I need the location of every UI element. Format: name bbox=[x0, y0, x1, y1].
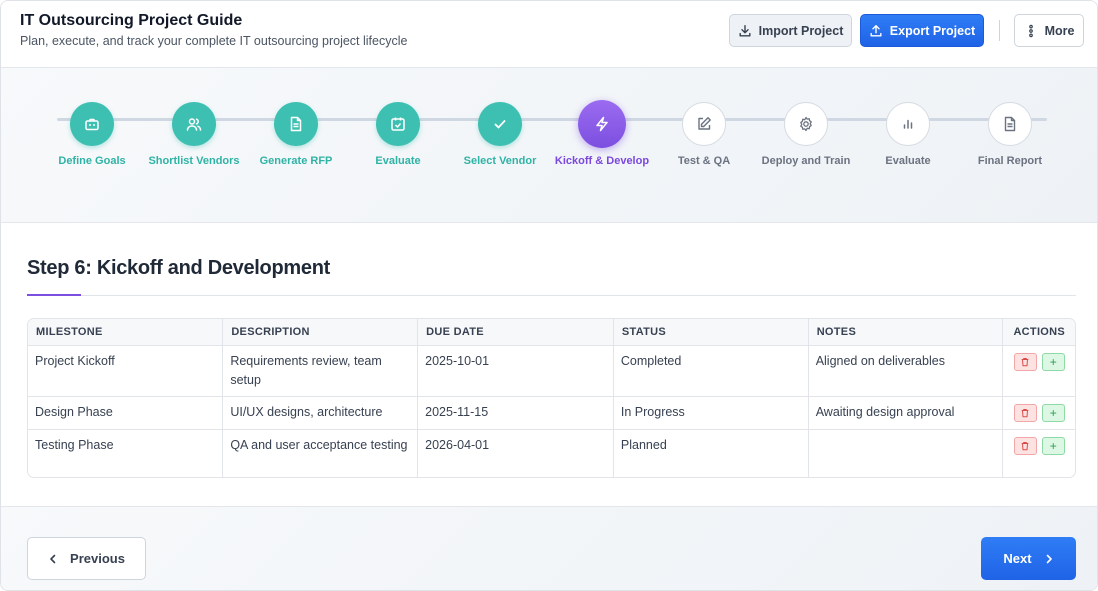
step-label: Kickoff & Develop bbox=[554, 155, 650, 167]
bar-chart-icon bbox=[886, 102, 930, 146]
table-row: Project Kickoff Requirements review, tea… bbox=[28, 345, 1075, 397]
description-cell[interactable]: Requirements review, team setup bbox=[222, 345, 419, 397]
trash-icon bbox=[1021, 408, 1029, 417]
import-project-label: Import Project bbox=[758, 23, 844, 38]
add-row-button[interactable]: + bbox=[1041, 352, 1065, 371]
table-row: Testing Phase QA and user acceptance tes… bbox=[28, 429, 1075, 477]
column-header-description: DESCRIPTION bbox=[222, 319, 419, 346]
step-evaluate[interactable]: Evaluate bbox=[348, 102, 448, 168]
export-project-label: Export Project bbox=[889, 23, 976, 38]
check-icon bbox=[478, 102, 522, 146]
due-date-cell[interactable]: 2026-04-01 bbox=[417, 429, 614, 477]
app-window: IT Outsourcing Project Guide Plan, execu… bbox=[0, 0, 1098, 591]
step-define-goals[interactable]: Define Goals bbox=[42, 102, 142, 168]
gear-icon bbox=[784, 102, 828, 146]
delete-row-button[interactable] bbox=[1013, 436, 1037, 455]
lightning-icon bbox=[578, 100, 626, 148]
step-label: Evaluate bbox=[885, 155, 931, 167]
section-accent-bar bbox=[27, 294, 81, 296]
chevron-right-icon bbox=[1046, 554, 1052, 563]
step-label: Evaluate bbox=[375, 155, 421, 167]
upload-icon bbox=[869, 24, 883, 38]
step-deploy-train[interactable]: Deploy and Train bbox=[756, 102, 856, 168]
actions-cell: + bbox=[1003, 429, 1075, 477]
description-cell[interactable]: QA and user acceptance testing bbox=[222, 429, 419, 477]
next-button[interactable]: Next bbox=[981, 537, 1076, 580]
export-project-button[interactable]: Export Project bbox=[860, 14, 984, 47]
column-header-notes: NOTES bbox=[808, 319, 1004, 346]
report-icon bbox=[988, 102, 1032, 146]
actions-cell: + bbox=[1002, 396, 1075, 430]
step-test-qa[interactable]: Test & QA bbox=[654, 102, 754, 168]
plus-icon: + bbox=[1049, 405, 1057, 420]
delete-row-button[interactable] bbox=[1013, 352, 1037, 371]
status-cell[interactable]: Planned bbox=[613, 429, 809, 477]
step-label: Shortlist Vendors bbox=[148, 155, 240, 167]
footer-nav: Previous Next bbox=[1, 506, 1097, 590]
notes-cell[interactable]: Aligned on deliverables bbox=[808, 345, 1004, 397]
due-date-cell[interactable]: 2025-11-15 bbox=[417, 396, 614, 430]
column-header-status: STATUS bbox=[613, 319, 809, 346]
trash-icon bbox=[1021, 441, 1029, 450]
add-row-button[interactable]: + bbox=[1041, 436, 1065, 455]
chevron-left-icon bbox=[50, 554, 56, 563]
table-row: Design Phase UI/UX designs, architecture… bbox=[28, 396, 1075, 430]
step-shortlist-vendors[interactable]: Shortlist Vendors bbox=[144, 102, 244, 168]
step-evaluate-final[interactable]: Evaluate bbox=[858, 102, 958, 168]
step-label: Select Vendor bbox=[463, 155, 537, 167]
more-button[interactable]: More bbox=[1014, 14, 1084, 47]
page-subtitle: Plan, execute, and track your complete I… bbox=[20, 34, 408, 48]
add-row-button[interactable]: + bbox=[1041, 403, 1065, 422]
trash-icon bbox=[1021, 357, 1029, 366]
step-kickoff-develop[interactable]: Kickoff & Develop bbox=[552, 100, 652, 168]
section-divider bbox=[27, 295, 1076, 296]
download-icon bbox=[738, 24, 752, 38]
step-label: Deploy and Train bbox=[761, 155, 851, 167]
column-header-actions: ACTIONS bbox=[1002, 319, 1075, 346]
more-label: More bbox=[1044, 23, 1075, 38]
previous-button[interactable]: Previous bbox=[27, 537, 146, 580]
step-label: Generate RFP bbox=[259, 155, 333, 167]
page-title: IT Outsourcing Project Guide bbox=[20, 12, 243, 29]
edit-icon bbox=[682, 102, 726, 146]
due-date-cell[interactable]: 2025-10-01 bbox=[417, 345, 614, 397]
step-generate-rfp[interactable]: Generate RFP bbox=[246, 102, 346, 168]
header-divider bbox=[999, 20, 1000, 41]
document-icon bbox=[274, 102, 318, 146]
header: IT Outsourcing Project Guide Plan, execu… bbox=[1, 1, 1097, 68]
milestone-cell[interactable]: Project Kickoff bbox=[28, 345, 224, 397]
progress-stepper: Define Goals Shortlist Vendors Generate … bbox=[1, 68, 1097, 223]
users-icon bbox=[172, 102, 216, 146]
clipboard-check-icon bbox=[376, 102, 420, 146]
step-label: Define Goals bbox=[58, 155, 126, 167]
briefcase-icon bbox=[70, 102, 114, 146]
plus-icon: + bbox=[1049, 438, 1057, 453]
milestone-cell[interactable]: Testing Phase bbox=[28, 429, 224, 477]
more-vertical-icon bbox=[1024, 24, 1038, 38]
table-header-row: MILESTONE DESCRIPTION DUE DATE STATUS NO… bbox=[28, 319, 1075, 346]
plus-icon: + bbox=[1049, 354, 1057, 369]
notes-cell[interactable]: Awaiting design approval bbox=[808, 396, 1004, 430]
column-header-milestone: MILESTONE bbox=[28, 319, 224, 346]
status-cell[interactable]: Completed bbox=[613, 345, 809, 397]
milestone-cell[interactable]: Design Phase bbox=[28, 396, 224, 430]
step-select-vendor[interactable]: Select Vendor bbox=[450, 102, 550, 168]
section-title: Step 6: Kickoff and Development bbox=[27, 257, 330, 279]
step-final-report[interactable]: Final Report bbox=[960, 102, 1060, 168]
step-label: Final Report bbox=[977, 155, 1043, 167]
column-header-due-date: DUE DATE bbox=[417, 319, 614, 346]
actions-cell: + bbox=[1002, 345, 1075, 397]
import-project-button[interactable]: Import Project bbox=[729, 14, 852, 47]
notes-cell[interactable] bbox=[808, 429, 1004, 477]
milestones-table: MILESTONE DESCRIPTION DUE DATE STATUS NO… bbox=[27, 318, 1076, 478]
description-cell[interactable]: UI/UX designs, architecture bbox=[222, 396, 419, 430]
next-label: Next bbox=[1003, 551, 1032, 566]
previous-label: Previous bbox=[70, 551, 125, 566]
delete-row-button[interactable] bbox=[1013, 403, 1037, 422]
status-cell[interactable]: In Progress bbox=[613, 396, 809, 430]
step-label: Test & QA bbox=[677, 155, 731, 167]
